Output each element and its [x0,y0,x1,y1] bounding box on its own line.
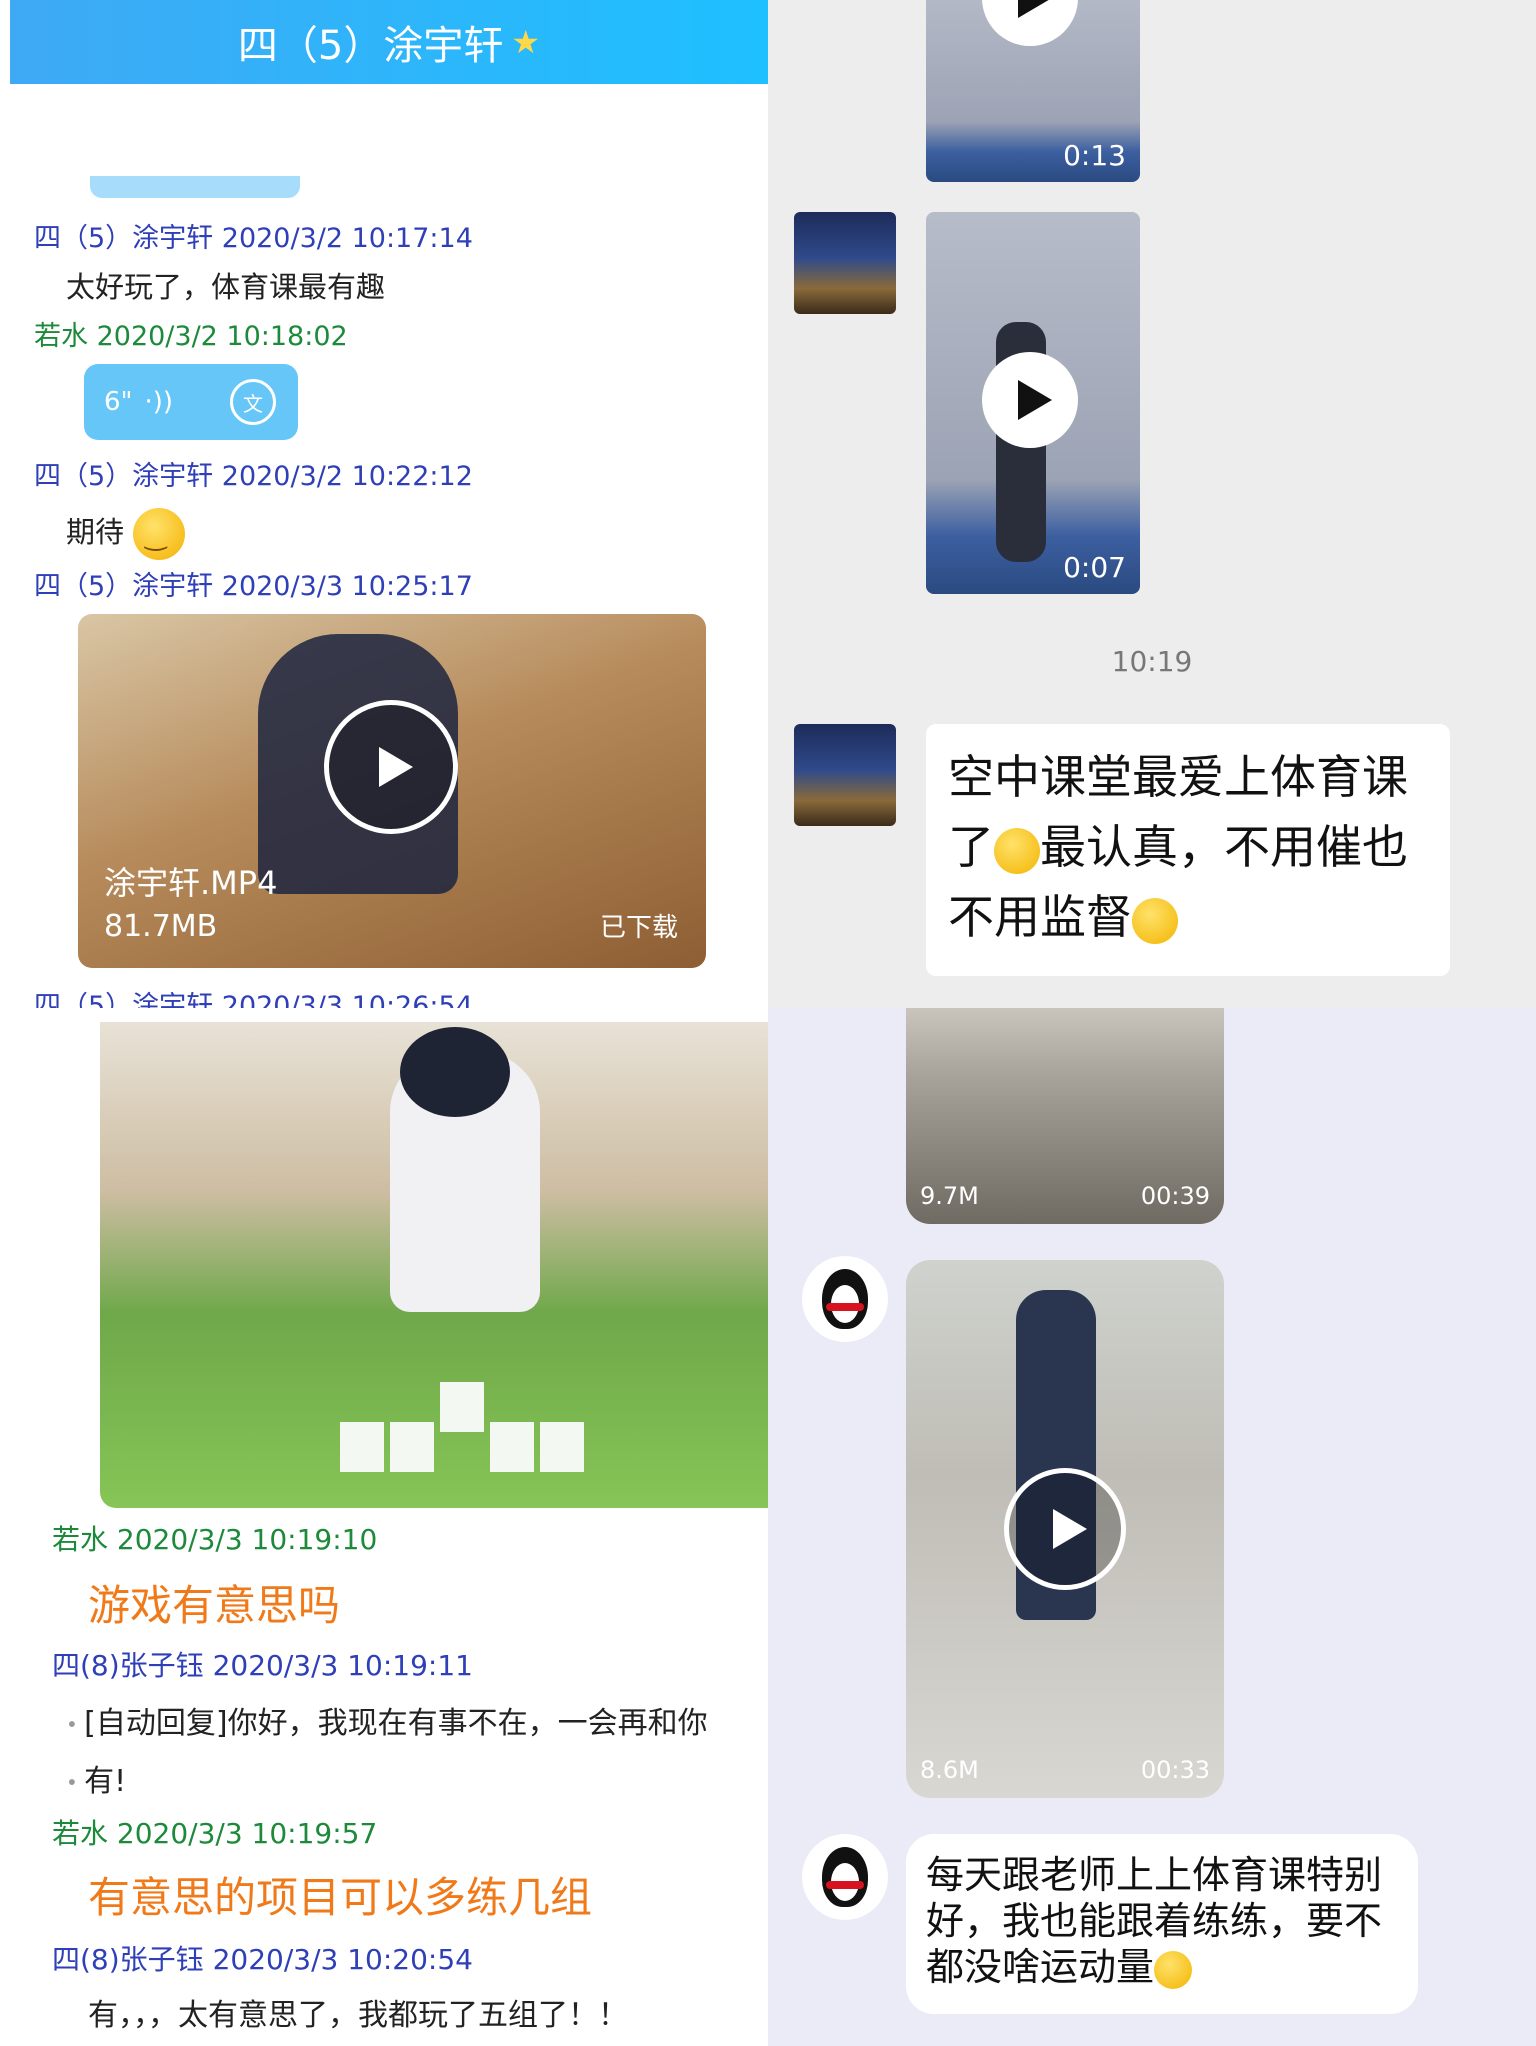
video-filename: 涂宇轩.MP4 [104,864,278,902]
qq-penguin-icon [822,1847,868,1907]
thinking-emoji-icon [1132,897,1178,944]
message-meta: 四(8)张子钰 2020/3/3 10:19:11 [52,1649,473,1682]
voice-message-bubble[interactable]: 6" ·)) 文 [84,364,298,440]
message-text-body: 都没啥运动量 [926,1945,1155,1989]
grin-emoji-icon [1154,1950,1193,1989]
sound-wave-icon: ·)) [144,387,174,417]
video-duration: 0:13 [1063,139,1126,172]
chat-title-bar: 四（5）涂宇轩 ★ [10,0,768,84]
message-bubble[interactable]: 空中课堂最爱上体育课 了最认真，不用催也 不用监督 [926,724,1450,976]
message-meta: 四（5）涂宇轩 2020/3/2 10:17:14 [34,223,473,254]
message-text: 太好玩了，体育课最有趣 [66,270,386,304]
video-duration: 0:07 [1063,551,1126,584]
qq-pc-chat-panel-2: 若水 2020/3/3 10:19:10 游戏有意思吗 四(8)张子钰 2020… [0,1008,768,2046]
paper-cups [340,1382,600,1472]
qq-mobile-chat-panel: 9.7M 00:39 8.6M 00:33 每天跟老师上上体育课特别 好，我也能… [768,1008,1536,2046]
message-meta: 若水 2020/3/3 10:19:57 [52,1817,378,1850]
message-text: • [自动回复]你好，我现在有事不在，一会再和你 [66,1706,708,1741]
video-thumbnail[interactable]: 8.6M 00:33 [906,1260,1224,1798]
play-icon[interactable] [982,352,1078,448]
play-icon[interactable] [324,700,458,834]
message-meta: 若水 2020/3/3 10:19:10 [52,1523,378,1556]
message-text-body: 有! [84,1764,127,1799]
video-thumbnail[interactable]: 0:13 [926,0,1140,182]
message-text: 期待 [66,508,186,560]
message-text-body: [自动回复]你好，我现在有事不在，一会再和你 [84,1706,708,1741]
message-line: 了最认真，不用催也 [948,812,1428,882]
message-meta: 四(8)张子钰 2020/3/3 10:20:54 [52,1943,473,1976]
translate-icon[interactable]: 文 [230,379,276,425]
thinking-emoji-icon [994,827,1040,874]
smile-emoji-icon [133,508,186,560]
message-text-body: 不用监督 [948,890,1132,944]
shared-photo[interactable] [100,1022,768,1508]
message-text-body: 了 [948,820,994,874]
play-icon[interactable] [982,0,1078,46]
video-filesize: 8.6M [920,1756,979,1784]
avatar[interactable] [794,724,896,826]
chat-title: 四（5）涂宇轩 [237,23,504,69]
video-duration: 00:33 [1140,1756,1210,1784]
avatar[interactable] [794,212,896,314]
message-meta: 四（5）涂宇轩 2020/3/3 10:25:17 [34,571,473,602]
message-text: 游戏有意思吗 [88,1581,341,1630]
message-bubble[interactable]: 每天跟老师上上体育课特别 好，我也能跟着练练，要不 都没啥运动量 [906,1834,1418,2014]
voice-duration: 6" [104,387,133,417]
star-icon: ★ [511,23,541,61]
video-filesize: 81.7MB [104,909,218,944]
message-line: 不用监督 [948,882,1428,952]
timestamp: 10:19 [1111,645,1193,678]
qq-penguin-icon [822,1269,868,1329]
message-text: 有，，，太有意思了，我都玩了五组了！！ [88,1998,628,2033]
message-text-body: 期待 [66,515,125,549]
message-line: 每天跟老师上上体育课特别 [926,1853,1383,1897]
avatar[interactable] [802,1834,888,1920]
message-meta: 四（5）涂宇轩 2020/3/2 10:22:12 [34,461,473,492]
download-status: 已下载 [599,913,678,943]
qq-pc-chat-panel: 四（5）涂宇轩 ★ 四（5）涂宇轩 2020/3/2 10:17:14 太好玩了… [0,0,768,1008]
person-head [400,1027,510,1117]
wechat-chat-panel: 0:13 0:07 10:19 空中课堂最爱上体育课 了最认真，不用催也 不用监… [768,0,1536,1008]
message-line: 都没啥运动量 [926,1944,1398,1990]
message-line: 空中课堂最爱上体育课 [948,750,1408,804]
message-meta: 四（5）涂宇轩 2020/3/3 10:26:54 [34,991,473,1008]
message-text: • 有! [66,1764,127,1799]
video-file-card[interactable]: 涂宇轩.MP4 81.7MB 已下载 [78,614,706,968]
video-thumbnail[interactable]: 9.7M 00:39 [906,1008,1224,1224]
message-text-body: 最认真，不用催也 [1040,820,1408,874]
video-thumbnail[interactable]: 0:07 [926,212,1140,594]
message-text: 有意思的项目可以多练几组 [88,1873,593,1922]
avatar[interactable] [802,1256,888,1342]
message-line: 好，我也能跟着练练，要不 [926,1899,1383,1943]
play-icon[interactable] [1004,1468,1126,1590]
video-duration: 00:39 [1140,1182,1210,1210]
message-meta: 若水 2020/3/2 10:18:02 [34,321,348,352]
voice-bubble-partial[interactable] [90,176,300,198]
video-filesize: 9.7M [920,1182,979,1210]
